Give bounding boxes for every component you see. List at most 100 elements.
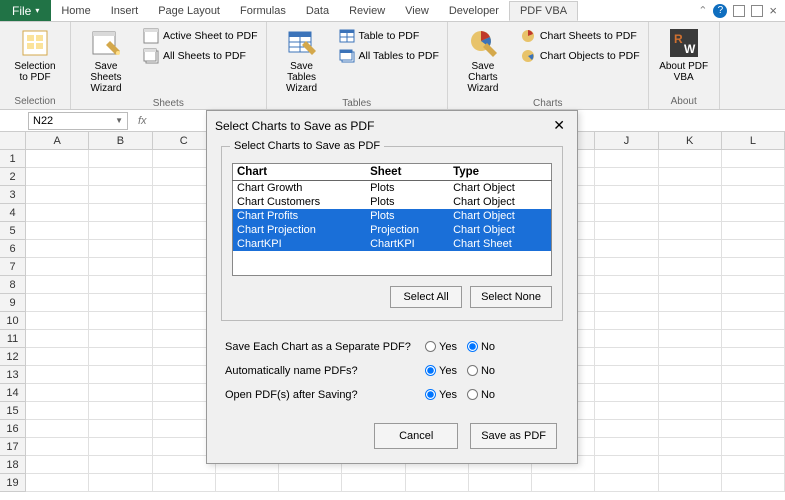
tab-home[interactable]: Home bbox=[51, 2, 100, 20]
row-header[interactable]: 5 bbox=[0, 222, 26, 240]
cell[interactable] bbox=[406, 474, 469, 492]
cell[interactable] bbox=[89, 474, 152, 492]
cell[interactable] bbox=[722, 474, 785, 492]
cell[interactable] bbox=[26, 294, 89, 312]
cell[interactable] bbox=[659, 276, 722, 294]
row-header[interactable]: 3 bbox=[0, 186, 26, 204]
cell[interactable] bbox=[89, 276, 152, 294]
cell[interactable] bbox=[89, 204, 152, 222]
cell[interactable] bbox=[89, 420, 152, 438]
all-tables-to-pdf-button[interactable]: All Tables to PDF bbox=[337, 47, 441, 65]
cell[interactable] bbox=[722, 168, 785, 186]
cell[interactable] bbox=[659, 348, 722, 366]
cell[interactable] bbox=[279, 474, 342, 492]
cell[interactable] bbox=[659, 222, 722, 240]
cell[interactable] bbox=[722, 384, 785, 402]
cell[interactable] bbox=[595, 384, 658, 402]
table-row[interactable]: Chart CustomersPlotsChart Object bbox=[233, 195, 552, 209]
row-header[interactable]: 10 bbox=[0, 312, 26, 330]
cell[interactable] bbox=[26, 312, 89, 330]
cell[interactable] bbox=[89, 384, 152, 402]
cell[interactable] bbox=[722, 402, 785, 420]
cell[interactable] bbox=[26, 258, 89, 276]
cell[interactable] bbox=[595, 348, 658, 366]
cell[interactable] bbox=[659, 420, 722, 438]
radio-no[interactable]: No bbox=[467, 389, 495, 401]
cell[interactable] bbox=[595, 276, 658, 294]
cell[interactable] bbox=[153, 474, 216, 492]
cell[interactable] bbox=[595, 330, 658, 348]
cell[interactable] bbox=[595, 456, 658, 474]
cell[interactable] bbox=[722, 222, 785, 240]
cell[interactable] bbox=[595, 204, 658, 222]
tab-pdf-vba[interactable]: PDF VBA bbox=[509, 1, 578, 21]
help-icon[interactable]: ? bbox=[713, 4, 727, 18]
chart-sheets-to-pdf-button[interactable]: Chart Sheets to PDF bbox=[518, 27, 642, 45]
cell[interactable] bbox=[26, 402, 89, 420]
cell[interactable] bbox=[659, 168, 722, 186]
cell[interactable] bbox=[659, 402, 722, 420]
cell[interactable] bbox=[722, 240, 785, 258]
cell[interactable] bbox=[722, 276, 785, 294]
cell[interactable] bbox=[89, 222, 152, 240]
cell[interactable] bbox=[595, 438, 658, 456]
cell[interactable] bbox=[89, 240, 152, 258]
cell[interactable] bbox=[89, 168, 152, 186]
radio-no[interactable]: No bbox=[467, 341, 495, 353]
radio-no[interactable]: No bbox=[467, 365, 495, 377]
cell[interactable] bbox=[722, 456, 785, 474]
cell[interactable] bbox=[659, 330, 722, 348]
window-icon-2[interactable] bbox=[751, 5, 763, 17]
cell[interactable] bbox=[595, 366, 658, 384]
row-header[interactable]: 2 bbox=[0, 168, 26, 186]
row-header[interactable]: 9 bbox=[0, 294, 26, 312]
cell[interactable] bbox=[26, 222, 89, 240]
radio-yes[interactable]: Yes bbox=[425, 341, 457, 353]
cell[interactable] bbox=[722, 330, 785, 348]
cell[interactable] bbox=[722, 366, 785, 384]
row-header[interactable]: 12 bbox=[0, 348, 26, 366]
active-sheet-to-pdf-button[interactable]: Active Sheet to PDF bbox=[141, 27, 260, 45]
cell[interactable] bbox=[469, 474, 532, 492]
cell[interactable] bbox=[722, 312, 785, 330]
cell[interactable] bbox=[659, 438, 722, 456]
tab-page-layout[interactable]: Page Layout bbox=[148, 2, 230, 20]
table-row[interactable]: Chart GrowthPlotsChart Object bbox=[233, 181, 552, 196]
close-icon[interactable]: ✕ bbox=[549, 117, 569, 134]
tab-review[interactable]: Review bbox=[339, 2, 395, 20]
cell[interactable] bbox=[216, 474, 279, 492]
cell[interactable] bbox=[595, 402, 658, 420]
row-header[interactable]: 19 bbox=[0, 474, 26, 492]
row-header[interactable]: 6 bbox=[0, 240, 26, 258]
save-charts-wizard-button[interactable]: Save Charts Wizard bbox=[454, 25, 512, 96]
radio-yes[interactable]: Yes bbox=[425, 389, 457, 401]
cell[interactable] bbox=[659, 366, 722, 384]
save-as-pdf-button[interactable]: Save as PDF bbox=[470, 423, 557, 449]
row-header[interactable]: 11 bbox=[0, 330, 26, 348]
cell[interactable] bbox=[89, 330, 152, 348]
cell[interactable] bbox=[659, 204, 722, 222]
row-header[interactable]: 7 bbox=[0, 258, 26, 276]
cancel-button[interactable]: Cancel bbox=[374, 423, 458, 449]
column-header[interactable]: L bbox=[722, 132, 785, 150]
cell[interactable] bbox=[595, 294, 658, 312]
cell[interactable] bbox=[89, 456, 152, 474]
tab-data[interactable]: Data bbox=[296, 2, 339, 20]
cell[interactable] bbox=[659, 384, 722, 402]
tab-developer[interactable]: Developer bbox=[439, 2, 509, 20]
cell[interactable] bbox=[659, 240, 722, 258]
row-header[interactable]: 17 bbox=[0, 438, 26, 456]
cell[interactable] bbox=[722, 420, 785, 438]
cell[interactable] bbox=[595, 168, 658, 186]
cell[interactable] bbox=[89, 438, 152, 456]
cell[interactable] bbox=[722, 258, 785, 276]
row-header[interactable]: 8 bbox=[0, 276, 26, 294]
cell[interactable] bbox=[595, 150, 658, 168]
column-header[interactable]: K bbox=[659, 132, 722, 150]
cell[interactable] bbox=[722, 438, 785, 456]
row-header[interactable]: 15 bbox=[0, 402, 26, 420]
charts-table[interactable]: Chart Sheet Type Chart GrowthPlotsChart … bbox=[232, 163, 552, 276]
row-header[interactable]: 16 bbox=[0, 420, 26, 438]
cell[interactable] bbox=[26, 240, 89, 258]
cell[interactable] bbox=[89, 402, 152, 420]
